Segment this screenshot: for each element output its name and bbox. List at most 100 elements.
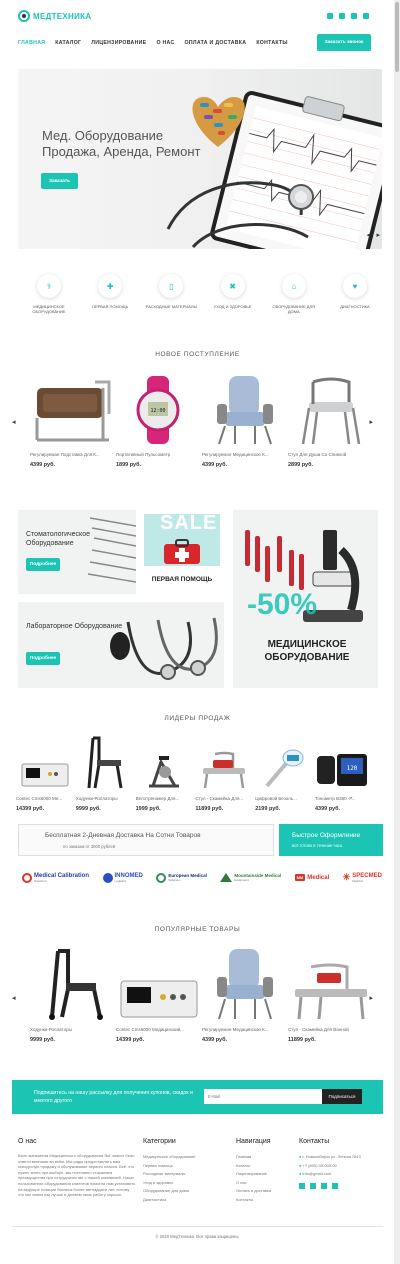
partner-logo-medical-calibration[interactable]: Medical Calibration Solutions [22,872,89,883]
call-request-button[interactable]: Заказать звонок [317,34,371,51]
facebook-icon[interactable] [339,13,345,19]
footer-email-text: info@gmail.com [302,1171,332,1176]
product-name[interactable]: Стул - Скамейка Для... [195,796,252,801]
footer-link[interactable]: Каталог [236,1162,296,1171]
product-card[interactable]: Велотренажер Для... 1999 руб. [136,730,193,812]
footer-link[interactable]: Диагностика [143,1196,223,1205]
category-consumables[interactable]: ▯ РАСХОДНЫЕ МАТЕРИАЛЫ [144,274,198,314]
twitter-icon[interactable] [351,13,357,19]
category-first-aid[interactable]: ✚ ПЕРВАЯ ПОМОЩЬ [83,274,137,314]
product-name[interactable]: Ходунки-Роллаторы [76,796,133,801]
product-card[interactable]: Contec Cms6000 Медицинский... 14399 руб. [116,945,202,1043]
hero-order-button[interactable]: Заказать [41,173,78,189]
nav-catalog[interactable]: КАТАЛОГ [55,40,81,46]
partner-logo-european-medical[interactable]: European Medical Solutions [156,872,207,883]
youtube-icon[interactable] [332,1182,338,1189]
twitter-icon[interactable] [321,1182,327,1189]
newsletter-subscribe-button[interactable]: Подписаться [322,1089,362,1104]
youtube-icon[interactable] [363,13,369,19]
product-name[interactable]: Регулируемое Медицинское К... [202,1027,288,1032]
product-card[interactable]: Регулируемое Медицинское К... 4399 руб. [202,370,288,468]
banner-lab[interactable]: Лабораторное Оборудование Подробнее [18,602,224,688]
product-name[interactable]: Портативный Пульсометр [116,452,202,457]
page-scrollbar[interactable] [394,0,400,1264]
product-name[interactable]: Стул - Скамейка Для Ванной [288,1027,374,1032]
partner-logo-specmed[interactable]: ✳ SPECMED Medical [343,872,382,883]
banner-medical-sale[interactable]: -50% МЕДИЦИНСКОЕ ОБОРУДОВАНИЕ [233,510,378,688]
product-card[interactable]: Регулируемая Подставка Для К... 4399 руб… [30,370,116,468]
product-card[interactable]: Ходунки-Роллаторы 9999 руб. [76,730,133,812]
product-name[interactable]: Стул Для Душа Со Спинкой [288,452,374,457]
footer-about-title: О нас [18,1138,37,1145]
product-image [202,945,288,1021]
footer-link[interactable]: Оборудование для дома [143,1187,223,1196]
product-card[interactable]: Стул Для Душа Со Спинкой 2899 руб. [288,370,374,468]
vk-icon[interactable] [299,1182,305,1189]
product-image: 120 [315,730,372,790]
product-name[interactable]: Ходунки-Роллаторы [30,1027,116,1032]
popular-prev-arrow[interactable]: ◂ [12,994,16,1002]
category-care-health[interactable]: ✖ УХОД И ЗДОРОВЬЕ [206,274,260,314]
footer-navigation: Навигация Главная Каталог Лицензирование… [236,1138,296,1204]
product-card[interactable]: 120 Тонометр B360 -Р... 4399 руб. [315,730,372,812]
category-diagnostics[interactable]: ♥ ДИАГНОСТИКА [328,274,382,314]
footer-link[interactable]: Лицензирование [236,1170,296,1179]
vk-icon[interactable] [327,13,333,19]
nav-contacts[interactable]: КОНТАКТЫ [256,40,287,46]
nav-licensing[interactable]: ЛИЦЕНЗИРОВАНИЕ [91,40,146,46]
footer-link[interactable]: Расходные материалы [143,1170,223,1179]
new-arrivals-row: Регулируемая Подставка Для К... 4399 руб… [30,370,374,468]
footer-link[interactable]: О нас [236,1179,296,1188]
medical-calibration-logo-icon [22,872,32,883]
dental-tools-image [87,517,136,583]
product-card[interactable]: Цифровой Безоль... 2199 руб. [255,730,312,812]
product-card[interactable]: Стул - Скамейка Для Ванной 11899 руб. [288,945,374,1043]
category-medical-equipment[interactable]: ⚕ МЕДИЦИНСКОЕ ОБОРУДОВАНИЕ [22,274,76,314]
scrollbar-thumb[interactable] [395,2,399,72]
hero-prev-arrow[interactable]: ◂ [366,231,370,239]
product-image [202,370,288,446]
partner-logo-mountainside[interactable]: Mountainside Medical Equipment [220,873,281,882]
newsletter-email-input[interactable] [204,1089,322,1104]
category-home-equipment[interactable]: ⌂ ОБОРУДОВАНИЕ ДЛЯ ДОМА [267,274,321,314]
footer-email[interactable]: ● info@gmail.com [299,1170,379,1179]
hero-next-arrow[interactable]: ▸ [376,231,380,239]
nav-about[interactable]: О НАС [156,40,174,46]
logo[interactable]: МЕДТЕХНИКА [18,10,91,22]
footer-link[interactable]: Уход и здоровье [143,1179,223,1188]
category-label: ОБОРУДОВАНИЕ ДЛЯ ДОМА [272,304,316,314]
banner-first-aid[interactable]: SALE ПЕРВАЯ ПОМОЩЬ [140,510,224,594]
footer-phone[interactable]: ● +7 (800) 00-000-00 [299,1162,379,1171]
product-name[interactable]: Регулируемая Подставка Для К... [30,452,116,457]
product-card[interactable]: Регулируемое Медицинское К... 4399 руб. [202,945,288,1043]
footer-link[interactable]: Оплата и доставка [236,1187,296,1196]
product-name[interactable]: Тонометр B360 -Р... [315,796,372,801]
product-name[interactable]: Велотренажер Для... [136,796,193,801]
banner-lab-button[interactable]: Подробнее [26,652,60,665]
product-name[interactable]: Contec Cms6000 Медицинский... [116,1027,202,1032]
facebook-icon[interactable] [310,1182,316,1189]
product-card[interactable]: Стул - Скамейка Для... 11899 руб. [195,730,252,812]
banner-dental[interactable]: Стоматологическое Оборудование Подробнее [18,510,136,594]
footer-link[interactable]: Первая помощь [143,1162,223,1171]
house-icon: ⌂ [281,274,306,298]
product-name[interactable]: Регулируемое Медицинское К... [202,452,288,457]
product-card[interactable]: Contec Cms6000 Ме... 14399 руб. [16,730,73,812]
new-arrivals-prev-arrow[interactable]: ◂ [12,418,16,426]
product-card[interactable]: Ходунки-Роллаторы 9999 руб. [30,945,116,1043]
footer-link[interactable]: Медицинское оборудование [143,1153,223,1162]
nav-payment-delivery[interactable]: ОПЛАТА И ДОСТАВКА [185,40,247,46]
product-name[interactable]: Contec Cms6000 Ме... [16,796,73,801]
partner-logo-medical[interactable]: MM Medical [294,874,329,881]
first-aid-banner-title: ПЕРВАЯ ПОМОЩЬ [151,576,213,583]
product-name[interactable]: Цифровой Безоль... [255,796,312,801]
category-label: ДИАГНОСТИКА [340,304,370,309]
fast-order-banner[interactable]: Быстрое Оформление всё готово в течение … [279,824,383,856]
partner-logo-innomed[interactable]: INNOMED Logistics [102,872,143,883]
newsletter-text: Подпишитесь на нашу рассылку для получен… [34,1090,193,1104]
footer-link[interactable]: Главная [236,1153,296,1162]
nav-home[interactable]: ГЛАВНАЯ [18,40,45,46]
footer-link[interactable]: Контакты [236,1196,296,1205]
product-card[interactable]: 12:00 Портативный Пульсометр 1899 руб. [116,370,202,468]
banner-dental-button[interactable]: Подробнее [26,558,60,571]
